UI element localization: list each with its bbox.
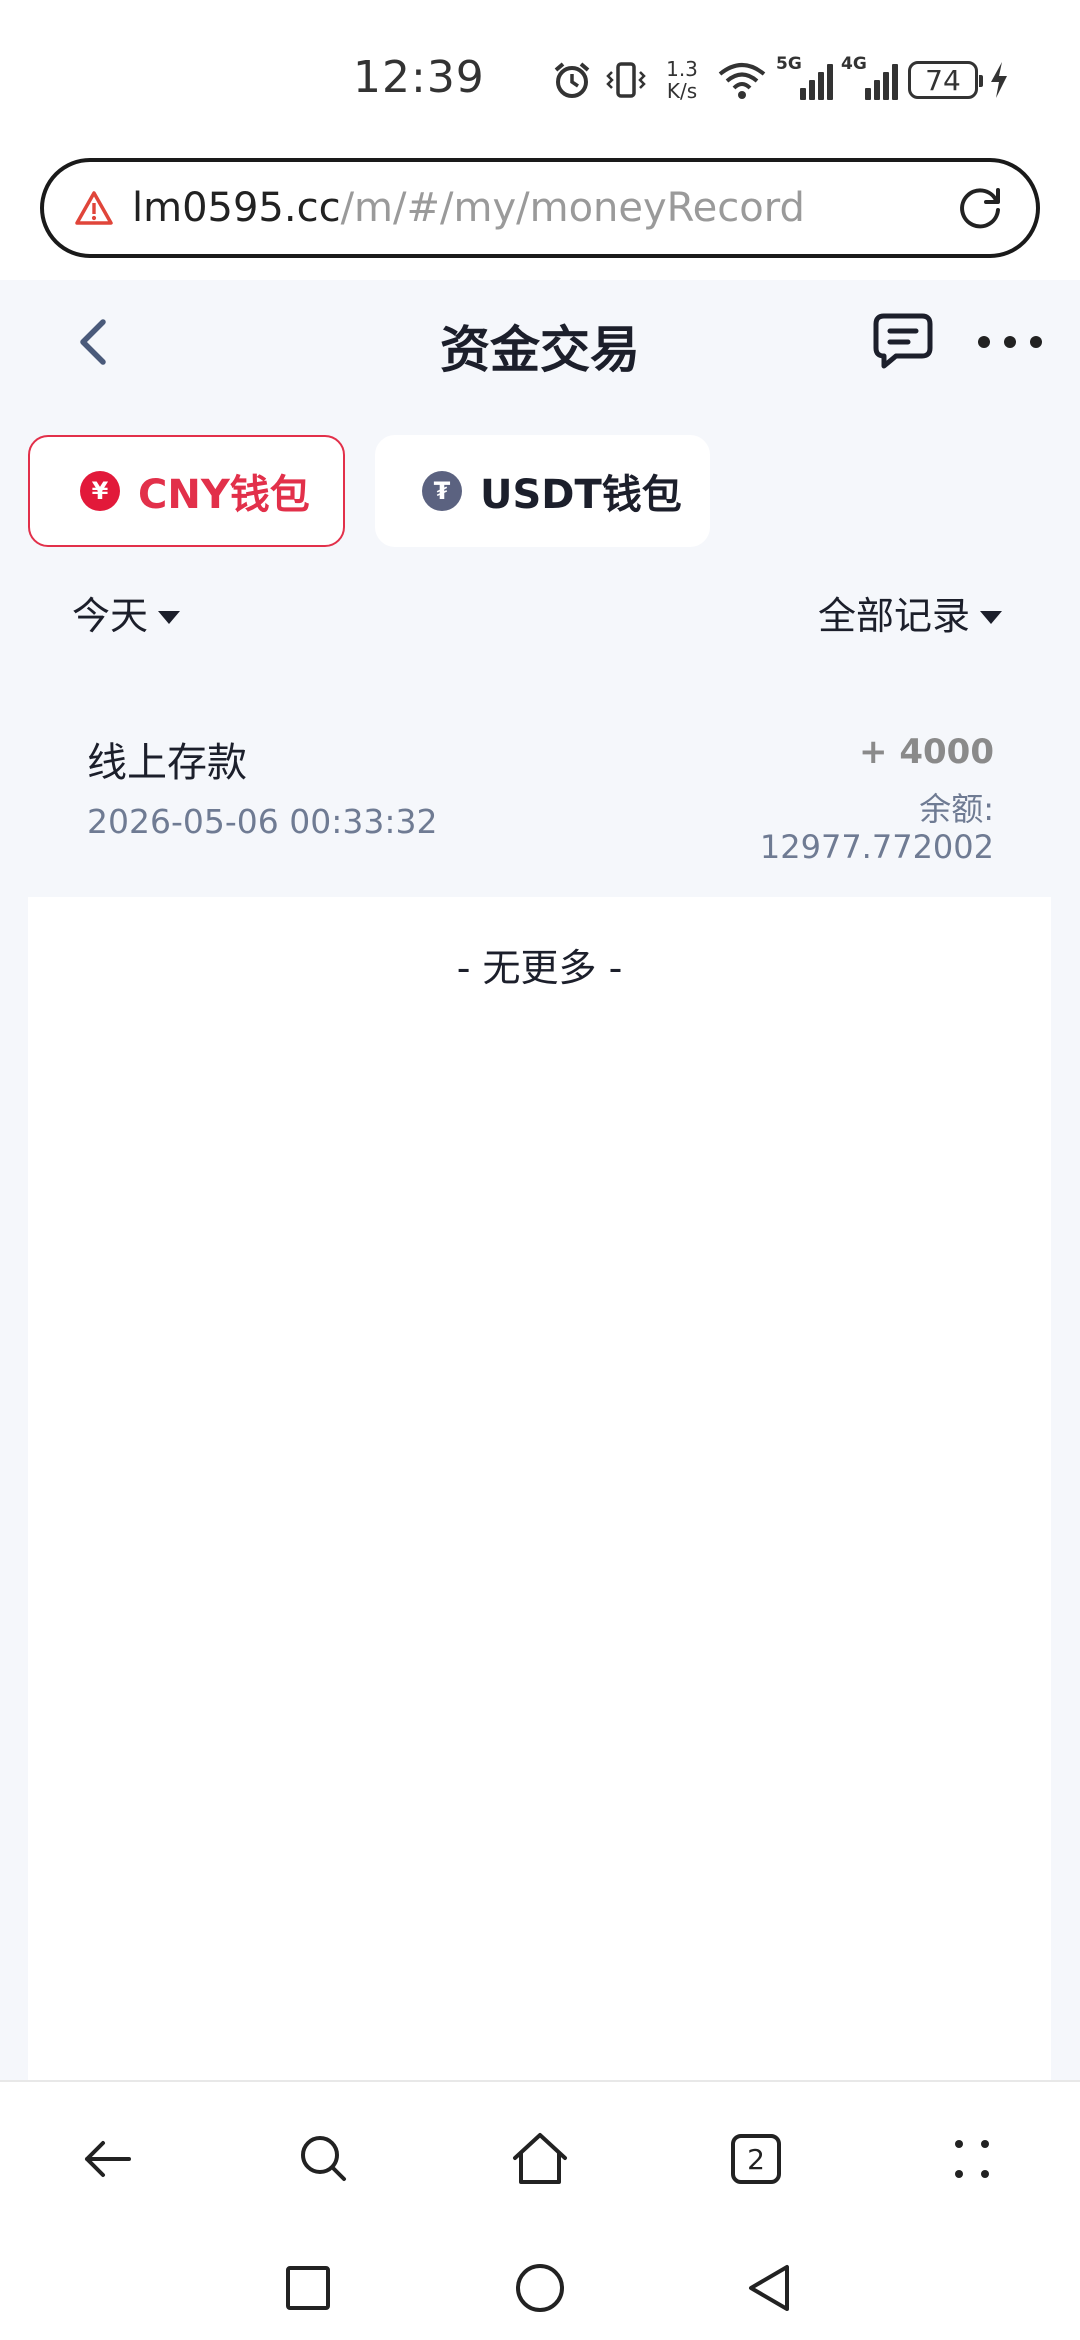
usdt-coin-icon: ₮ <box>422 471 462 511</box>
list-item[interactable]: 线上存款 2026-05-06 00:33:32 + 4000 余额: 1297… <box>0 700 1080 890</box>
triangle-back-icon <box>749 2265 789 2311</box>
recents-button[interactable] <box>278 2258 338 2318</box>
record-amount: + 4000 <box>859 732 994 772</box>
date-filter-label: 今天 <box>72 594 149 638</box>
tab-count-icon: 2 <box>731 2134 781 2184</box>
browser-back-button[interactable] <box>72 2124 142 2194</box>
filter-row: 今天 全部记录 <box>0 585 1080 645</box>
vibrate-icon <box>606 62 646 98</box>
circle-icon <box>516 2264 564 2312</box>
dots-grid-icon <box>955 2140 989 2178</box>
record-balance-value: 12977.772002 <box>759 828 994 866</box>
url-bar[interactable]: lm0595.cc/m/#/my/moneyRecord <box>40 158 1040 258</box>
browser-tabs-button[interactable]: 2 <box>721 2124 791 2194</box>
tab-cny-wallet[interactable]: ¥ CNY钱包 <box>28 435 345 547</box>
network-speed-unit: K/s <box>666 79 698 103</box>
caret-down-icon <box>980 611 1002 624</box>
status-bar: 12:39 1.3 K/s 5G 4G 74 <box>0 0 1080 150</box>
home-button[interactable] <box>510 2258 570 2318</box>
tab-usdt-wallet-label: USDT钱包 <box>480 472 682 518</box>
record-title: 线上存款 <box>87 740 247 786</box>
type-filter-dropdown[interactable]: 全部记录 <box>818 585 1002 640</box>
status-time: 12:39 <box>353 52 485 103</box>
date-filter-dropdown[interactable]: 今天 <box>72 585 181 640</box>
type-filter-label: 全部记录 <box>817 594 970 638</box>
no-more-text: - 无更多 - <box>456 946 623 990</box>
tab-usdt-wallet[interactable]: ₮ USDT钱包 <box>375 435 710 547</box>
system-navigation <box>0 2230 1080 2340</box>
tab-cny-wallet-label: CNY钱包 <box>138 472 310 518</box>
record-balance: 余额: 12977.772002 <box>760 790 994 866</box>
square-icon <box>286 2266 330 2310</box>
warning-icon[interactable] <box>74 188 114 228</box>
url-path: /m/#/my/moneyRecord <box>340 185 805 231</box>
status-icons: 1.3 K/s 5G 4G 74 <box>550 52 1010 108</box>
browser-menu-button[interactable] <box>937 2124 1007 2194</box>
cny-coin-icon: ¥ <box>80 471 120 511</box>
arrow-left-icon <box>85 2141 131 2177</box>
screen: 12:39 1.3 K/s 5G 4G 74 lm0595.cc/m/#/my/… <box>0 0 1080 2340</box>
network-speed-value: 1.3 <box>666 57 698 81</box>
sim1-label: 5G <box>776 54 802 74</box>
wifi-icon <box>718 63 766 99</box>
signal-sim2: 4G <box>841 54 898 100</box>
signal-sim1: 5G <box>776 54 833 100</box>
home-icon <box>513 2133 567 2184</box>
wallet-tabs: ¥ CNY钱包 ₮ USDT钱包 <box>28 435 710 547</box>
url-host: lm0595.cc <box>132 185 341 231</box>
sim2-label: 4G <box>841 54 867 74</box>
charging-icon <box>991 62 1007 98</box>
nav-header: 资金交易 <box>0 280 1080 405</box>
record-balance-label: 余额: <box>919 790 994 828</box>
chat-icon[interactable] <box>872 310 934 372</box>
browser-search-button[interactable] <box>289 2124 359 2194</box>
browser-home-button[interactable] <box>505 2124 575 2194</box>
refresh-icon[interactable] <box>952 180 1008 236</box>
caret-down-icon <box>158 611 181 624</box>
system-back-button[interactable] <box>740 2258 800 2318</box>
record-list-area: - 无更多 - <box>28 897 1051 2080</box>
search-icon <box>301 2136 346 2181</box>
url-text[interactable]: lm0595.cc/m/#/my/moneyRecord <box>132 185 952 231</box>
battery-icon: 74 <box>908 61 983 99</box>
page-content: 资金交易 ¥ CNY钱包 ₮ USDT钱包 今天 全部记录 线上存款 2026-… <box>0 280 1080 2080</box>
alarm-icon <box>554 62 590 98</box>
more-icon[interactable] <box>978 330 1042 354</box>
browser-toolbar: 2 <box>0 2080 1080 2230</box>
record-time: 2026-05-06 00:33:32 <box>87 802 438 841</box>
network-speed: 1.3 K/s <box>658 58 706 102</box>
battery-level: 74 <box>925 63 961 97</box>
